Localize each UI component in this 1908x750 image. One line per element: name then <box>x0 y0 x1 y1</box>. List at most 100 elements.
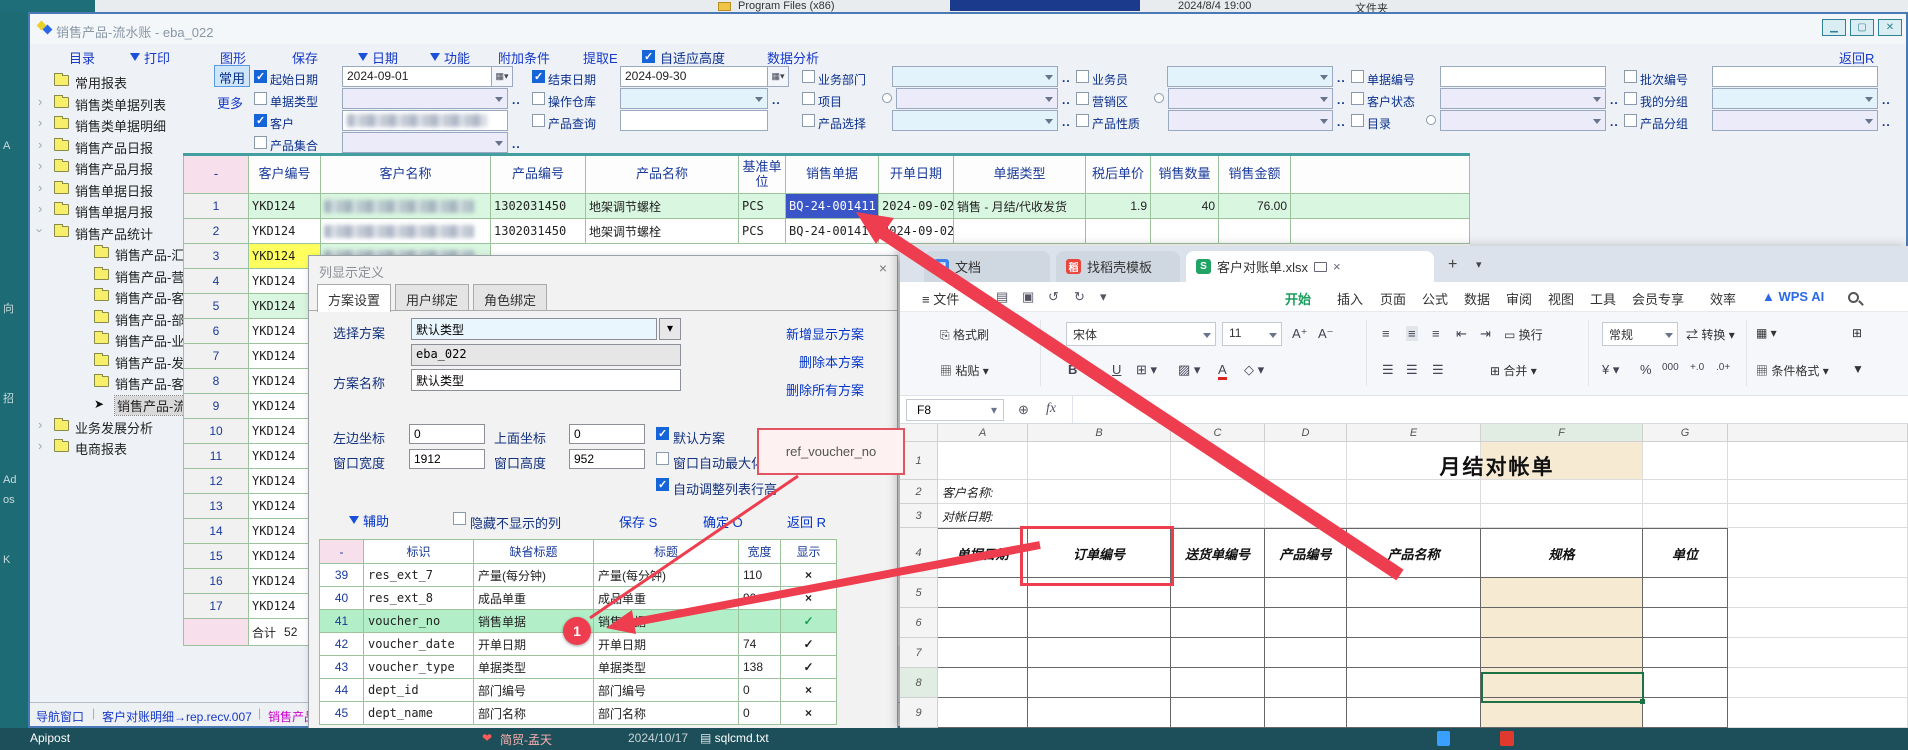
sheet-cell[interactable] <box>1643 668 1728 698</box>
ok-button[interactable]: 确定 O <box>703 512 743 531</box>
delete-all-schemes-link[interactable]: 删除所有方案 <box>786 380 864 399</box>
number-format-select[interactable]: 常规 <box>1602 322 1678 346</box>
sheet-cell[interactable] <box>1643 578 1728 608</box>
menu-data[interactable]: 数据 <box>1464 289 1490 308</box>
sheet-cell[interactable] <box>1481 504 1643 528</box>
menu-review[interactable]: 审阅 <box>1506 289 1532 308</box>
pcatalog-radio[interactable] <box>1426 115 1436 125</box>
taskbar-apipost[interactable]: Apipost <box>30 731 70 745</box>
col-date[interactable]: 开单日期 <box>879 156 954 194</box>
bold-button[interactable]: B <box>1068 362 1077 377</box>
maximize-button[interactable]: ▢ <box>1850 19 1874 36</box>
sheet-cell[interactable] <box>1643 480 1728 504</box>
sheet-cell[interactable] <box>1347 668 1481 698</box>
filter-icon[interactable]: ▼ <box>1852 362 1864 376</box>
sheet-header-cell[interactable]: 单位 <box>1643 528 1728 578</box>
sheet-cell[interactable] <box>938 668 1028 698</box>
dialog-close-icon[interactable]: × <box>879 260 887 276</box>
row-header-active[interactable]: 8 <box>900 668 938 698</box>
more-dots[interactable]: .. <box>1337 71 1346 85</box>
sheet-cell[interactable] <box>1728 698 1908 728</box>
add-scheme-link[interactable]: 新增显示方案 <box>786 324 864 343</box>
more-dots[interactable]: .. <box>512 137 521 151</box>
taskbar-icon-red[interactable] <box>1500 731 1514 746</box>
new-tab-icon[interactable]: + <box>1448 256 1457 274</box>
sheet-cell[interactable] <box>1481 480 1643 504</box>
vtype-select[interactable] <box>342 88 508 109</box>
format-painter-button[interactable]: ⎘ 格式刷 <box>940 326 989 343</box>
delete-scheme-link[interactable]: 删除本方案 <box>799 352 864 371</box>
menu-page[interactable]: 页面 <box>1380 289 1406 308</box>
col-header[interactable]: G <box>1643 424 1728 442</box>
salesman-checkbox[interactable] <box>1076 70 1089 83</box>
toolbar-extra-condition[interactable]: 附加条件 <box>498 48 550 67</box>
more-dots[interactable]: .. <box>1882 93 1891 107</box>
chevron-right-icon[interactable]: › <box>38 158 42 173</box>
align-left-icon[interactable]: ☰ <box>1382 362 1394 378</box>
col-header[interactable] <box>1728 424 1908 442</box>
cstatus-checkbox[interactable] <box>1351 92 1364 105</box>
col-cust-name[interactable]: 客户名称 <box>321 156 491 194</box>
underline-button[interactable]: U <box>1112 362 1121 377</box>
cstatus-select[interactable] <box>1440 88 1606 109</box>
pquery-input[interactable] <box>620 110 768 131</box>
vtype-checkbox[interactable] <box>254 92 267 105</box>
sheet-cell[interactable] <box>1265 578 1347 608</box>
col-header[interactable]: D <box>1265 424 1347 442</box>
col-price[interactable]: 税后单价 <box>1086 156 1151 194</box>
taskbar-chat[interactable]: 简贸-孟天 <box>500 731 552 748</box>
calendar-dropdown-button[interactable]: ▦▾ <box>491 66 513 87</box>
italic-button[interactable]: I <box>1090 362 1094 377</box>
more-dots[interactable]: .. <box>1062 93 1071 107</box>
grid-row[interactable]: 39res_ext_7产量(每分钟)产量(每分钟)110× <box>320 564 837 587</box>
shape-fill-icon[interactable]: ◇ ▾ <box>1244 362 1264 378</box>
tab-scheme-settings[interactable]: 方案设置 <box>317 284 391 312</box>
sheet-cell[interactable] <box>1728 638 1908 668</box>
row-header[interactable]: 3 <box>900 504 938 528</box>
table-style-icon[interactable]: ▦ ▾ <box>1756 326 1777 340</box>
sheet-cell[interactable] <box>938 442 1028 480</box>
warehouse-select[interactable] <box>620 88 768 109</box>
convert-button[interactable]: ⇄ 转换 ▾ <box>1686 326 1735 343</box>
row-header[interactable]: 5 <box>900 578 938 608</box>
col-unit[interactable]: 基准单位 <box>739 156 786 194</box>
col-type[interactable]: 单据类型 <box>954 156 1086 194</box>
chevron-right-icon[interactable]: › <box>38 137 42 152</box>
pselect-checkbox[interactable] <box>802 114 815 127</box>
col-qty[interactable]: 销售数量 <box>1151 156 1219 194</box>
col-cust-id[interactable]: 客户编号 <box>249 156 321 194</box>
titlebar[interactable]: 销售产品-流水账 - eba_022 ▁ ▢ ✕ <box>30 14 1906 44</box>
align-middle-icon[interactable]: ≡ <box>1406 326 1418 341</box>
project-checkbox[interactable] <box>802 92 815 105</box>
sheet-cell[interactable] <box>1265 638 1347 668</box>
row-header[interactable]: 1 <box>900 442 938 480</box>
chevron-right-icon[interactable]: › <box>38 94 42 109</box>
voucher-no-input[interactable] <box>1440 66 1606 87</box>
fx-icon[interactable]: fx <box>1046 401 1056 417</box>
pnature-select[interactable] <box>1168 110 1333 131</box>
row-header[interactable]: 7 <box>900 638 938 668</box>
col-header[interactable]: A <box>938 424 1028 442</box>
align-top-icon[interactable]: ≡ <box>1382 326 1390 341</box>
menu-efficiency[interactable]: 效率 <box>1710 289 1736 308</box>
menu-member[interactable]: 会员专享 <box>1632 289 1684 308</box>
font-select[interactable]: 宋体 <box>1066 322 1216 346</box>
grid-row[interactable]: 45dept_name部门名称部门名称0× <box>320 702 837 725</box>
close-button[interactable]: ✕ <box>1878 19 1902 36</box>
project-select[interactable] <box>896 88 1058 109</box>
sheet-cell[interactable] <box>1171 480 1265 504</box>
tab-role-binding[interactable]: 角色绑定 <box>473 284 547 310</box>
formula-input[interactable] <box>1072 396 1908 423</box>
col-rownum[interactable]: - <box>184 156 249 194</box>
align-center-icon[interactable]: ☰ <box>1406 362 1418 378</box>
redo-icon[interactable]: ↻ <box>1074 289 1085 305</box>
indent-right-icon[interactable]: ⇥ <box>1480 326 1491 342</box>
toolbar-date[interactable]: 日期 <box>358 48 398 67</box>
save-icon[interactable]: ▤ <box>996 289 1008 305</box>
taskbar-file[interactable]: ▤ sqlcmd.txt <box>700 731 769 745</box>
merge-cells-button[interactable]: ⊞ 合并 ▾ <box>1490 362 1537 379</box>
sheet-cell[interactable] <box>1347 608 1481 638</box>
auto-rowheight-checkbox[interactable] <box>656 478 669 491</box>
tab-documents[interactable]: ▤ 文档 <box>924 251 1050 282</box>
font-size-select[interactable]: 11 <box>1222 322 1282 346</box>
